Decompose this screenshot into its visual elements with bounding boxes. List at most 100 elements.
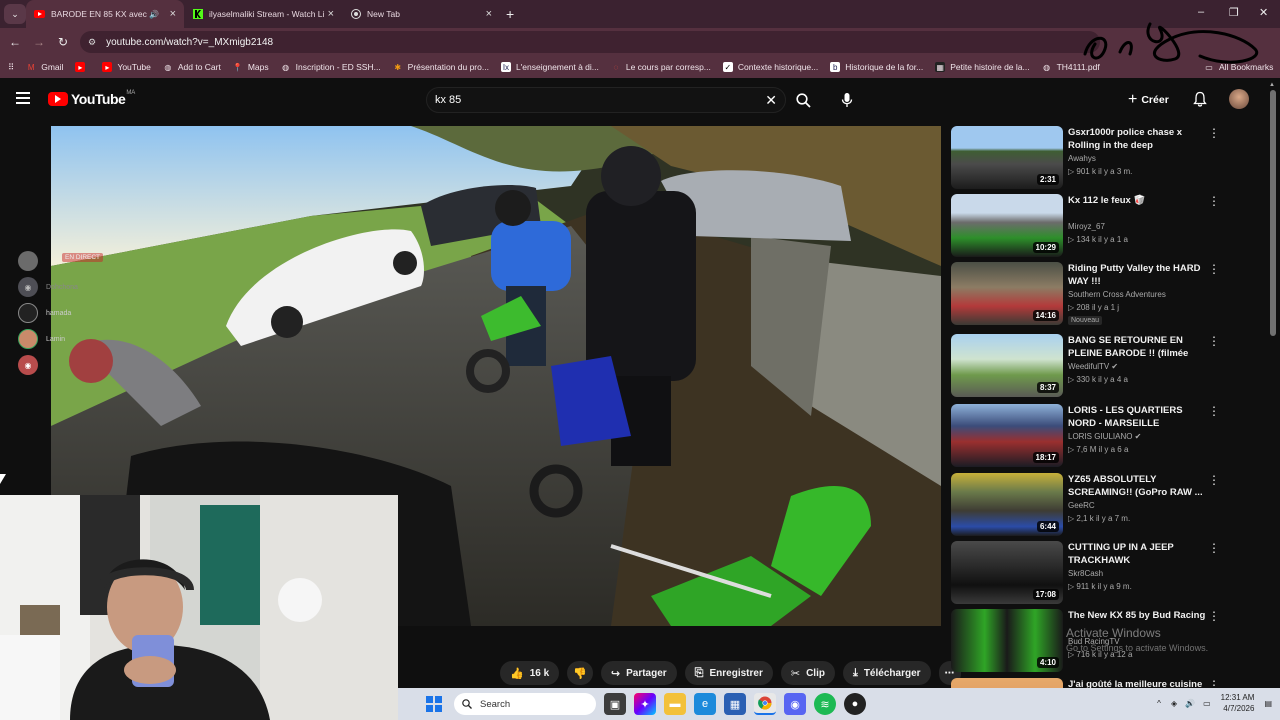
volume-icon[interactable]: 🔊 [1185,699,1195,708]
video-thumbnail[interactable]: 10:29 [951,194,1063,257]
channel-name[interactable]: Southern Cross Adventures [1068,290,1166,299]
recommended-video[interactable]: 17:08 CUTTING UP IN A JEEP TRACKHAWK Skr… [950,539,1230,604]
back-icon[interactable]: ← [3,35,27,49]
video-title[interactable]: Riding Putty Valley the HARD WAY !!! [1068,262,1208,288]
tab-search-button[interactable]: ⌄ [4,4,26,24]
search-input[interactable]: kx 85 ✕ [426,87,786,113]
reload-icon[interactable]: ↻ [51,35,75,49]
copilot-icon[interactable]: ✦ [634,693,656,715]
channel-name[interactable]: Awahys [1068,154,1096,163]
spotify-icon[interactable]: ≋ [814,693,836,715]
bookmark-contexte[interactable]: ✓ Contexte historique... [722,62,818,72]
network-icon[interactable]: ◈ [1171,699,1177,708]
account-avatar[interactable] [1229,89,1249,109]
task-view-icon[interactable]: ▣ [604,693,626,715]
notifications-tray-icon[interactable]: ▤ [1264,699,1272,708]
clock[interactable]: 12:31 AM 4/7/2026 [1221,692,1255,714]
dislike-button[interactable]: 👎 [567,661,593,685]
tray-expand-icon[interactable]: ^ [1157,699,1161,708]
more-options-icon[interactable]: ⋮ [1208,609,1220,623]
clip-button[interactable]: ✂ Clip [780,661,835,685]
recommended-video[interactable]: 10:29 Kx 112 le feux 🥡 Miroyz_67 ▷ 134 k… [950,192,1230,257]
notifications-button[interactable] [1193,91,1207,112]
video-thumbnail[interactable]: 4:10 [951,609,1063,672]
channel-name[interactable]: WeedifulTV ✔ [1068,362,1118,371]
more-options-icon[interactable]: ⋮ [1208,194,1220,208]
menu-icon[interactable] [16,92,30,104]
youtube-logo[interactable]: YouTube MA [48,90,135,107]
channel-name[interactable]: Miroyz_67 [1068,222,1105,231]
windows-start-icon[interactable] [426,696,442,712]
bookmark-historique[interactable]: b Historique de la for... [830,62,923,72]
video-thumbnail[interactable]: 17:08 [951,541,1063,604]
more-options-icon[interactable]: ⋮ [1208,334,1220,348]
bookmark-maps[interactable]: 📍 Maps [233,62,269,72]
like-button[interactable]: 👍 16 k [500,661,560,685]
file-explorer-icon[interactable]: ▬ [664,693,686,715]
video-title[interactable]: Gsxr1000r police chase x Rolling in the … [1068,126,1208,152]
video-thumbnail[interactable]: 6:44 [951,473,1063,536]
search-button[interactable] [790,87,816,113]
bookmark-cours[interactable]: ◌ Le cours par corresp... [611,62,710,72]
bookmark-petite-histoire[interactable]: ▦ Petite histoire de la... [935,62,1030,72]
new-tab-icon[interactable]: + [506,6,514,22]
apps-icon[interactable]: ⠿ [8,62,14,73]
battery-icon[interactable]: ▭ [1203,699,1211,708]
bookmark-youtube-shortcut[interactable]: ▸ [75,62,90,72]
more-options-icon[interactable]: ⋮ [1208,126,1220,140]
video-title[interactable]: CUTTING UP IN A JEEP TRACKHAWK [1068,541,1208,567]
close-tab-icon[interactable]: × [170,8,176,20]
recommended-video[interactable]: 14:16 Riding Putty Valley the HARD WAY !… [950,260,1230,325]
bookmark-youtube[interactable]: ▸ YouTube [102,62,151,72]
share-button[interactable]: ↪ Partager [600,661,677,685]
video-title[interactable]: The New KX 85 by Bud Racing [1068,609,1208,622]
more-options-icon[interactable]: ⋮ [1208,473,1220,487]
chrome-icon[interactable] [754,693,776,715]
bookmark-enseignement[interactable]: Ix L'enseignement à di... [500,62,599,72]
system-tray: ^ ◈ 🔊 ▭ 12:31 AM 4/7/2026 ▤ [1157,692,1272,714]
video-thumbnail[interactable]: 18:17 [951,404,1063,467]
scroll-up-icon[interactable]: ▲ [1269,82,1275,88]
download-button[interactable]: ⤓ Télécharger [842,661,931,685]
voice-search-button[interactable] [834,87,860,113]
forward-icon[interactable]: → [27,35,51,49]
browser-tab[interactable]: ilyaselmaliki Stream - Watch Li... × [184,0,342,28]
video-thumbnail[interactable]: 8:37 [951,334,1063,397]
browser-tab[interactable]: BARODE EN 85 KX avec TOU 🔊 × [26,0,184,28]
video-title[interactable]: Kx 112 le feux 🥡 [1068,194,1208,207]
create-button[interactable]: + Créer [1128,91,1169,109]
bookmark-presentation[interactable]: ✱ Présentation du pro... [393,62,489,72]
recommended-video[interactable]: 8:37 BANG SE RETOURNE EN PLEINE BARODE !… [950,332,1230,397]
close-tab-icon[interactable]: × [328,8,334,20]
channel-name[interactable]: Skr8Cash [1068,569,1103,578]
more-options-icon[interactable]: ⋮ [1208,541,1220,555]
recommended-video[interactable]: 6:44 YZ65 ABSOLUTELY SCREAMING!! (GoPro … [950,471,1230,536]
taskbar-search[interactable]: Search [454,693,596,715]
edge-icon[interactable]: e [694,693,716,715]
bookmark-gmail[interactable]: M Gmail [26,62,64,72]
discord-icon[interactable]: ◉ [784,693,806,715]
bookmark-add-to-cart[interactable]: ◍ Add to Cart [163,62,221,72]
save-button[interactable]: ⎘ Enregistrer [684,661,773,685]
video-title[interactable]: BANG SE RETOURNE EN PLEINE BARODE !! (fi… [1068,334,1208,361]
page-scrollbar[interactable] [1270,90,1276,336]
browser-tab[interactable]: New Tab × [342,0,500,28]
more-options-icon[interactable]: ⋮ [1208,404,1220,418]
video-title[interactable]: LORIS - LES QUARTIERS NORD - MARSEILLE [1068,404,1208,430]
store-icon[interactable]: ▦ [724,693,746,715]
video-thumbnail[interactable]: 14:16 [951,262,1063,325]
channel-name[interactable]: GeeRC [1068,501,1095,510]
recommended-video[interactable]: 18:17 LORIS - LES QUARTIERS NORD - MARSE… [950,402,1230,467]
site-info-icon[interactable]: ⚙ [88,37,96,48]
bookmark-inscription[interactable]: ◍ Inscription - ED SSH... [281,62,381,72]
recommended-video[interactable]: 2:31 Gsxr1000r police chase x Rolling in… [950,124,1230,189]
audio-icon[interactable]: 🔊 [149,9,160,20]
url-field[interactable]: ⚙ youtube.com/watch?v=_MXmigb2148 [80,31,1100,53]
clear-search-icon[interactable]: ✕ [765,92,777,109]
more-options-icon[interactable]: ⋮ [1208,262,1220,276]
video-title[interactable]: YZ65 ABSOLUTELY SCREAMING!! (GoPro RAW .… [1068,473,1208,499]
video-thumbnail[interactable]: 2:31 [951,126,1063,189]
close-tab-icon[interactable]: × [486,8,492,20]
channel-name[interactable]: LORIS GIULIANO ✔ [1068,432,1141,441]
app-icon[interactable]: ● [844,693,866,715]
